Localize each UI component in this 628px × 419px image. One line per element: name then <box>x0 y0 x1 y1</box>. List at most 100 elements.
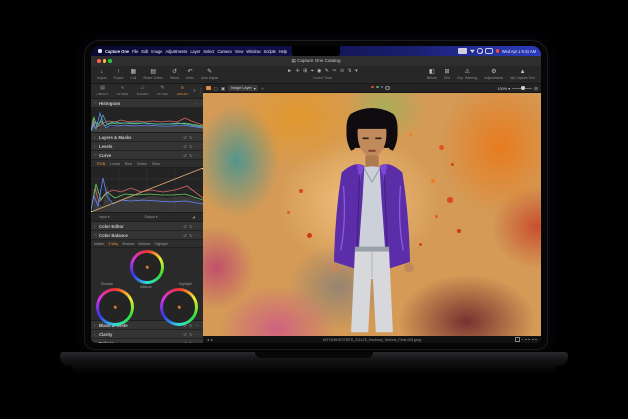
multi-view-icon[interactable]: ▢ <box>214 86 218 91</box>
rating-control[interactable] <box>515 337 537 342</box>
control-center-icon[interactable] <box>485 48 493 54</box>
curve-picker-icon[interactable]: ◢ <box>192 215 195 219</box>
midtone-wheel-top[interactable] <box>130 250 164 284</box>
curve-tab-blue[interactable]: Blue <box>152 162 160 166</box>
undo-icon[interactable]: ↺ <box>183 153 187 158</box>
undo-icon[interactable]: ↺ <box>183 144 187 149</box>
more-icon[interactable]: ⋯ <box>195 224 200 229</box>
tool-overflow-caret-icon[interactable]: ▾ <box>355 69 358 74</box>
primary-view-icon[interactable]: ▣ <box>221 86 225 91</box>
menu-item-camera[interactable]: Camera <box>217 49 231 54</box>
cull-button[interactable]: ▦ Cull <box>130 69 136 80</box>
undo-button[interactable]: ↶ Undo <box>186 69 194 80</box>
adjustments-clipboard-button[interactable]: ⚙ Adjustments <box>484 69 503 80</box>
search-icon[interactable] <box>477 48 482 53</box>
menu-item-scripts[interactable]: Scripts <box>264 49 276 54</box>
section-header-color-balance[interactable]: › Color Balance ↺ ↻ ⋯ <box>91 231 203 240</box>
undo-icon[interactable]: ↺ <box>183 135 187 140</box>
section-header-dehaze[interactable]: › Dehaze ↺ ↻ ⋯ <box>91 339 203 343</box>
curve-tab-red[interactable]: Red <box>125 162 132 166</box>
straighten-tool-icon[interactable]: ↯ <box>348 69 352 74</box>
menu-item-help[interactable]: Help <box>279 49 287 54</box>
cb-tab-shadow[interactable]: Shadow <box>122 242 134 246</box>
undo-icon[interactable]: ↺ <box>183 332 187 337</box>
pick-color-tool-icon[interactable]: ⊙ <box>340 69 344 74</box>
draw-mask-tool-icon[interactable]: ✎ <box>325 69 329 74</box>
more-icon[interactable]: ⋯ <box>195 233 200 238</box>
redo-icon[interactable]: ↻ <box>189 341 193 344</box>
color-tag-green[interactable] <box>376 86 379 89</box>
grid-button[interactable]: ⊞ Grid <box>444 69 450 80</box>
pan-tool-icon[interactable]: ✛ <box>296 69 300 74</box>
highlight-wheel[interactable] <box>160 288 198 326</box>
section-header-histogram[interactable]: › Histogram ⋯ <box>91 99 203 108</box>
my-capture-one-button[interactable]: ▲ My Capture One <box>510 69 535 80</box>
undo-icon[interactable]: ↺ <box>183 341 187 344</box>
wifi-icon[interactable] <box>470 49 475 53</box>
keystone-tool-icon[interactable]: ⌖ <box>311 69 314 74</box>
layer-select[interactable]: Image Layer ▾ <box>228 85 258 91</box>
tab-tether[interactable]: ∿ TETHER <box>113 86 132 96</box>
menu-item-file[interactable]: File <box>132 49 138 54</box>
curve-input-dropdown[interactable]: Input ▾ <box>99 215 110 219</box>
menu-item-edit[interactable]: Edit <box>141 49 148 54</box>
redo-icon[interactable]: ↻ <box>189 153 193 158</box>
more-icon[interactable]: ⋯ <box>195 332 200 337</box>
more-icon[interactable]: ⋯ <box>195 341 200 344</box>
cb-tab-midtone[interactable]: Midtone <box>138 242 150 246</box>
curve-tab-green[interactable]: Green <box>137 162 148 166</box>
tab-library[interactable]: ▤ LIBRARY <box>93 86 112 96</box>
section-header-layers[interactable]: › Layers & Masks ↺ ↻ ⋯ <box>91 133 203 142</box>
redo-icon[interactable]: ↻ <box>189 135 193 140</box>
tab-shapes[interactable]: ▱ SHAPES <box>133 86 152 96</box>
menu-item-select[interactable]: Select <box>203 49 214 54</box>
viewer-grid-icon[interactable]: ⊞ <box>534 86 538 91</box>
menu-item-window[interactable]: Window <box>246 49 260 54</box>
import-button[interactable]: ↓ Import <box>97 69 107 80</box>
more-icon[interactable]: ⋯ <box>195 144 200 149</box>
cb-tab-3way[interactable]: 3-Way <box>108 242 118 246</box>
menu-item-image[interactable]: Image <box>151 49 162 54</box>
auto-adjust-button[interactable]: ✎ Auto Adjust <box>201 69 218 80</box>
crop-tool-icon[interactable]: ⊞ <box>303 69 307 74</box>
erase-mask-tool-icon[interactable]: ✂ <box>332 69 336 74</box>
color-tag-blue[interactable] <box>381 86 384 89</box>
exposure-warning-button[interactable]: ⚠ Exp. Warning <box>457 69 477 80</box>
more-icon[interactable]: ⋯ <box>195 153 200 158</box>
cb-tab-master[interactable]: Master <box>94 242 104 246</box>
cb-tab-highlight[interactable]: Highlight <box>154 242 167 246</box>
more-icon[interactable]: ⋯ <box>195 323 200 328</box>
undo-icon[interactable]: ↺ <box>183 224 187 229</box>
redo-icon[interactable]: ↻ <box>189 224 193 229</box>
tab-overflow-icon[interactable]: » <box>193 88 196 94</box>
menu-item-view[interactable]: View <box>235 49 244 54</box>
menu-clock[interactable]: Wed Apr 1 9:41 AM <box>502 49 536 54</box>
curve-tab-rgb[interactable]: RGB <box>97 162 105 166</box>
add-layer-button[interactable]: + <box>261 86 264 91</box>
zoom-slider[interactable] <box>512 88 532 89</box>
before-after-button[interactable]: ◧ Before <box>427 69 437 80</box>
curve-output-dropdown[interactable]: Output ▾ <box>144 215 158 219</box>
section-header-color-editor[interactable]: › Color Editor ↺ ↻ ⋯ <box>91 222 203 231</box>
section-header-levels[interactable]: › Levels ↺ ↻ ⋯ <box>91 142 203 151</box>
photo-canvas[interactable] <box>203 93 541 336</box>
prev-image-button[interactable]: ◂ <box>207 337 209 342</box>
undo-icon[interactable]: ↺ <box>183 233 187 238</box>
color-tag-none[interactable] <box>385 86 390 91</box>
redo-icon[interactable]: ↻ <box>189 323 193 328</box>
redo-icon[interactable]: ↻ <box>189 233 193 238</box>
shadow-wheel[interactable] <box>96 288 134 326</box>
menu-item-adjustments[interactable]: Adjustments <box>165 49 187 54</box>
apple-logo-icon[interactable] <box>98 49 102 54</box>
pointer-tool-icon[interactable]: ► <box>287 69 292 74</box>
curve-chart[interactable] <box>91 168 203 213</box>
proof-margin-icon[interactable] <box>206 86 211 91</box>
next-image-button[interactable]: ▸ <box>211 337 213 342</box>
more-icon[interactable]: ⋯ <box>195 135 200 140</box>
menu-item-app[interactable]: Capture One <box>105 49 129 54</box>
curve-tab-luma[interactable]: Luma <box>110 162 120 166</box>
reset-button[interactable]: ↺ Reset <box>170 69 179 80</box>
tab-adjust[interactable]: ≡ ADJUST <box>173 86 192 96</box>
battery-icon[interactable] <box>458 48 467 53</box>
tab-styles[interactable]: ✎ STYLES <box>153 86 172 96</box>
